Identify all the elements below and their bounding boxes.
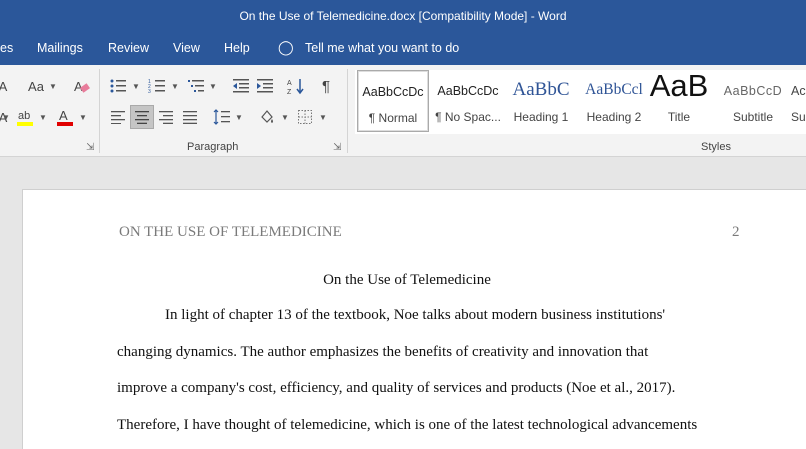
title-bar: On the Use of Telemedicine.docx [Compati… [0,0,806,33]
justify-icon[interactable] [179,106,201,128]
style-preview: AaBbCcDc [362,85,424,99]
style-name: Subtitle [732,110,774,124]
align-center-icon[interactable] [130,105,154,129]
tab-review[interactable]: Review [108,41,149,55]
style-name: ¶ No Spac... [435,110,501,124]
style-name: Heading 1 [513,110,569,124]
styles-gallery: AaBbCcDc ¶ Normal AaBbCcDc ¶ No Spac... … [355,70,806,134]
grow-font-icon[interactable]: A [0,75,10,97]
chevron-down-icon[interactable]: ▼ [49,82,57,91]
style-heading-2[interactable]: AaBbCcl Heading 2 [577,70,651,132]
clear-formatting-icon[interactable]: A [70,75,92,97]
svg-text:ab: ab [18,110,30,122]
chevron-down-icon[interactable]: ▼ [319,113,327,122]
style-name: ¶ Normal [368,111,418,125]
change-case-label: Aa [28,78,44,94]
font-color-icon[interactable]: A [54,106,76,128]
group-separator [347,69,348,153]
group-separator [99,69,100,153]
styles-group-label: Styles [701,141,731,153]
running-head: ON THE USE OF TELEMEDICINE [119,224,342,240]
align-right-icon[interactable] [155,106,177,128]
multilevel-list-icon[interactable] [185,75,207,97]
svg-text:A: A [74,79,83,94]
ribbon: A Aa ▼ A A ▼ ab ▼ A ▼ ⇲ ▼ 123 ▼ ▼ AZ ¶ ▼… [0,65,806,157]
tab-view[interactable]: View [173,41,200,55]
svg-text:3: 3 [148,89,151,94]
document-title: On the Use of Telemedicine [323,272,491,288]
svg-text:A: A [287,80,292,87]
style-no-spacing[interactable]: AaBbCcDc ¶ No Spac... [431,70,505,132]
paragraph-dialog-launcher-icon[interactable]: ⇲ [333,142,341,153]
show-formatting-marks-icon[interactable]: ¶ [315,75,337,97]
window-title: On the Use of Telemedicine.docx [Compati… [239,9,567,23]
chevron-down-icon[interactable]: ▼ [2,113,10,122]
increase-indent-icon[interactable] [254,75,276,97]
align-left-icon[interactable] [107,106,129,128]
svg-text:A: A [59,108,68,123]
svg-text:Z: Z [287,89,292,95]
paragraph-line: Therefore, I have thought of telemedicin… [117,417,698,433]
lightbulb-icon[interactable]: ◯ [278,39,294,56]
chevron-down-icon[interactable]: ▼ [171,82,179,91]
paragraph-line: In light of chapter 13 of the textbook, … [165,307,666,323]
menu-bar: es Mailings Review View Help ◯ Tell me w… [0,33,806,65]
tell-me-search[interactable]: Tell me what you want to do [305,41,459,55]
tab-help[interactable]: Help [224,41,250,55]
paragraph-group-label: Paragraph [187,141,239,153]
tab-mailings[interactable]: Mailings [37,41,83,55]
sort-icon[interactable]: AZ [285,75,307,97]
style-preview: AaBbC [512,79,570,100]
decrease-indent-icon[interactable] [230,75,252,97]
style-preview: AaB [649,70,709,103]
text-highlight-icon[interactable]: ab [14,106,36,128]
page-number: 2 [732,224,740,240]
style-preview: Ac [791,84,806,98]
change-case-button[interactable]: Aa [24,75,48,97]
paragraph-line: changing dynamics. The author emphasizes… [117,344,649,360]
tab-references[interactable]: es [0,41,13,55]
style-preview: AaBbCcl [585,81,643,98]
style-subtle-emphasis[interactable]: Ac Su [785,70,806,132]
style-name: Su [791,110,806,124]
bullets-icon[interactable] [107,75,129,97]
shading-icon[interactable] [256,106,278,128]
style-preview: AaBbCcD [723,84,783,98]
style-normal[interactable]: AaBbCcDc ¶ Normal [357,70,429,132]
numbering-icon[interactable]: 123 [146,75,168,97]
paragraph-line: improve a company's cost, efficiency, an… [117,380,676,396]
chevron-down-icon[interactable]: ▼ [132,82,140,91]
document-page[interactable]: ON THE USE OF TELEMEDICINE 2 On the Use … [22,189,806,449]
style-name: Title [667,110,691,124]
document-area: ON THE USE OF TELEMEDICINE 2 On the Use … [0,157,806,449]
chevron-down-icon[interactable]: ▼ [209,82,217,91]
style-subtitle[interactable]: AaBbCcD Subtitle [716,70,790,132]
chevron-down-icon[interactable]: ▼ [235,113,243,122]
borders-icon[interactable] [294,106,316,128]
style-preview: AaBbCcDc [437,84,499,98]
style-title[interactable]: AaB Title [643,70,715,132]
chevron-down-icon[interactable]: ▼ [79,113,87,122]
line-spacing-icon[interactable] [211,106,233,128]
font-dialog-launcher-icon[interactable]: ⇲ [86,142,94,153]
chevron-down-icon[interactable]: ▼ [281,113,289,122]
chevron-down-icon[interactable]: ▼ [39,113,47,122]
style-heading-1[interactable]: AaBbC Heading 1 [504,70,578,132]
style-name: Heading 2 [586,110,642,124]
